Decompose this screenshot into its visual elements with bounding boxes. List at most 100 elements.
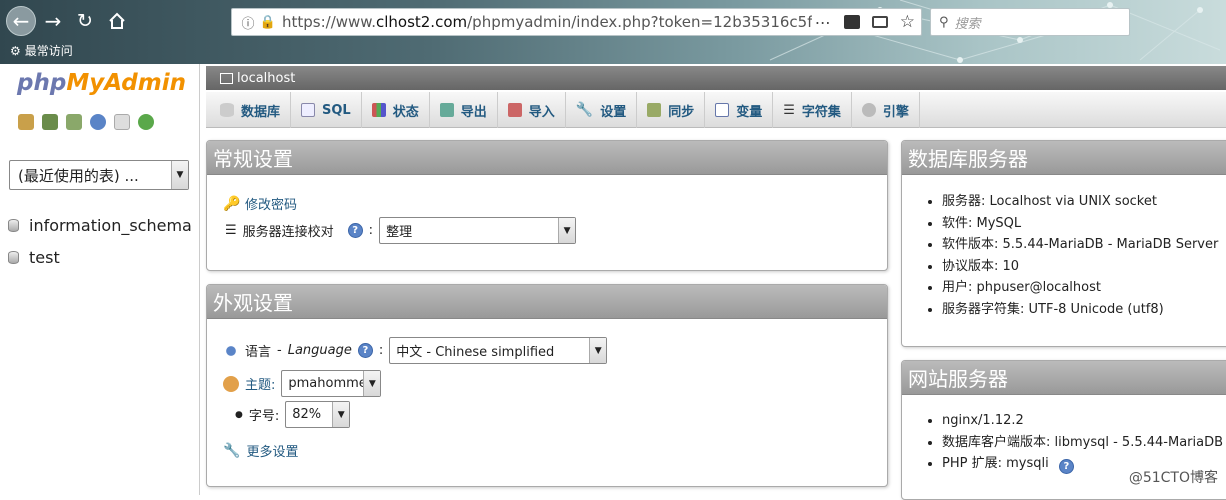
address-bar[interactable]: ⓘ 🔒 https://www.clhost2.com/phpmyadmin/i… [231, 8, 922, 36]
url-text[interactable]: https://www.clhost2.com/phpmyadmin/index… [282, 13, 812, 31]
database-item-information-schema[interactable]: information_schema [8, 209, 192, 241]
theme-row: 主题: pmahomme ▼ [223, 370, 382, 397]
language-row: 语言 - Language ? : 中文 - Chinese simplifie… [223, 337, 608, 364]
list-icon: ☰ [225, 223, 237, 238]
theme-label[interactable]: 主题: [245, 374, 275, 393]
colon: : [378, 343, 384, 358]
breadcrumb: localhost [206, 66, 1226, 90]
browser-chrome: ← → ↻ ⓘ 🔒 https://www.clhost2.com/phpmya… [0, 0, 1226, 64]
query-window-icon[interactable] [66, 114, 82, 130]
help-icon[interactable]: ? [357, 343, 373, 358]
tab-export[interactable]: 导出 [430, 92, 498, 128]
sql-icon [301, 103, 316, 117]
tab-import[interactable]: 导入 [498, 92, 566, 128]
font-size-select[interactable]: 82% ▼ [285, 401, 351, 428]
info-icon[interactable]: ⓘ [238, 13, 258, 32]
database-icon [8, 250, 19, 264]
change-password-row: 🔑 修改密码 [223, 194, 297, 214]
reload-nav-icon[interactable] [138, 114, 154, 130]
help-icon[interactable]: ? [347, 223, 363, 238]
chart-icon [371, 103, 386, 117]
tab-charsets[interactable]: ☰ 字符集 [773, 92, 852, 128]
help-icon[interactable] [90, 114, 106, 130]
home-icon[interactable] [18, 114, 34, 130]
list-item: 数据库客户端版本: libmysql - 5.5.44-MariaDB [942, 432, 1223, 454]
chevron-down-icon[interactable]: ▼ [332, 402, 350, 427]
server-icon [220, 72, 233, 84]
reload-button[interactable]: ↻ [70, 6, 100, 36]
tab-variables[interactable]: 变量 [705, 92, 774, 128]
web-server-title: 网站服务器 [902, 361, 1226, 395]
database-item-test[interactable]: test [8, 241, 192, 273]
database-name[interactable]: test [29, 248, 60, 267]
collation-select[interactable]: 整理 ▼ [379, 217, 577, 244]
bookmark-star-icon[interactable]: ☆ [900, 12, 915, 32]
breadcrumb-server[interactable]: localhost [237, 71, 295, 86]
home-icon [109, 12, 125, 29]
palette-icon [223, 375, 239, 392]
collation-row: ☰ 服务器连接校对 ? : 整理 ▼ [225, 217, 577, 244]
change-password-link[interactable]: 修改密码 [245, 194, 297, 213]
export-icon [439, 103, 454, 117]
language-value: 中文 - Chinese simplified [396, 345, 555, 360]
collation-label: 服务器连接校对 [242, 225, 334, 240]
help-icon[interactable]: ? [1058, 459, 1074, 475]
docs-icon[interactable] [114, 114, 130, 130]
page-actions-icon[interactable]: ⋯ [815, 13, 832, 32]
forward-button[interactable]: → [38, 6, 68, 36]
tab-settings[interactable]: 🔧 设置 [566, 92, 638, 128]
database-icon [220, 103, 234, 117]
lock-icon[interactable]: 🔒 [258, 15, 278, 30]
gear-icon: ⚙ [10, 43, 21, 58]
bookmarks-toolbar-item[interactable]: ⚙ 最常访问 [10, 42, 73, 59]
reader-view-icon[interactable] [871, 16, 888, 28]
pocket-icon[interactable] [843, 15, 860, 29]
list-item: nginx/1.12.2 [942, 410, 1223, 432]
dash: - [277, 343, 282, 358]
list-icon: ☰ [783, 102, 795, 118]
database-server-panel: 数据库服务器 服务器: Localhost via UNIX socket 软件… [901, 140, 1226, 347]
tab-databases[interactable]: 数据库 [206, 92, 292, 128]
language-icon [223, 342, 239, 359]
list-item: 服务器字符集: UTF-8 Unicode (utf8) [942, 299, 1218, 321]
recent-tables-select[interactable]: (最近使用的表) ... ▼ [9, 160, 189, 190]
tab-synchronize[interactable]: 同步 [637, 92, 706, 128]
database-icon [8, 218, 19, 232]
logout-icon[interactable] [42, 114, 58, 130]
database-name[interactable]: information_schema [29, 216, 192, 235]
tab-engines[interactable]: 引擎 [852, 92, 920, 128]
database-list: information_schema test [8, 209, 192, 273]
database-server-list: 服务器: Localhost via UNIX socket 软件: MySQL… [918, 191, 1218, 321]
sync-icon [647, 103, 662, 117]
language-label: 语言 [245, 345, 272, 360]
top-menu-tabs: 数据库 SQL 状态 导出 导入 🔧 设置 同步 变量 ☰ 字符集 引擎 [206, 92, 1226, 128]
phpmyadmin-logo[interactable]: phpMyAdmin [17, 70, 186, 96]
bookmarks-label: 最常访问 [24, 44, 73, 58]
wrench-icon: 🔧 [575, 102, 594, 118]
font-size-row: ● 字号: 82% ▼ [235, 401, 351, 428]
general-settings-panel: 常规设置 🔑 修改密码 ☰ 服务器连接校对 ? : 整理 ▼ [206, 140, 888, 271]
chevron-down-icon[interactable]: ▼ [589, 338, 607, 363]
tab-sql[interactable]: SQL [291, 92, 362, 128]
search-icon: ⚲ [939, 14, 949, 30]
wrench-icon: 🔧 [223, 442, 241, 459]
chevron-down-icon[interactable]: ▼ [558, 218, 576, 243]
navigation-panel: phpMyAdmin (最近使用的表) ... ▼ information_sc… [0, 64, 200, 495]
chevron-down-icon[interactable]: ▼ [171, 161, 188, 189]
engine-icon [861, 103, 876, 117]
theme-select[interactable]: pmahomme ▼ [281, 370, 382, 397]
chevron-down-icon[interactable]: ▼ [363, 371, 381, 396]
language-select[interactable]: 中文 - Chinese simplified ▼ [389, 337, 608, 364]
more-settings-row: 🔧 更多设置 [223, 441, 298, 461]
import-icon [507, 103, 522, 117]
search-bar[interactable]: ⚲ 搜索 [930, 8, 1130, 36]
more-settings-link[interactable]: 更多设置 [246, 441, 298, 460]
list-item: 协议版本: 10 [942, 256, 1218, 278]
home-button[interactable] [102, 6, 132, 36]
appearance-settings-title: 外观设置 [207, 285, 887, 319]
bullet: ● [235, 409, 243, 420]
password-icon: 🔑 [223, 195, 241, 212]
back-button[interactable]: ← [6, 6, 36, 36]
font-size-value: 82% [292, 407, 322, 422]
tab-status[interactable]: 状态 [362, 92, 430, 128]
